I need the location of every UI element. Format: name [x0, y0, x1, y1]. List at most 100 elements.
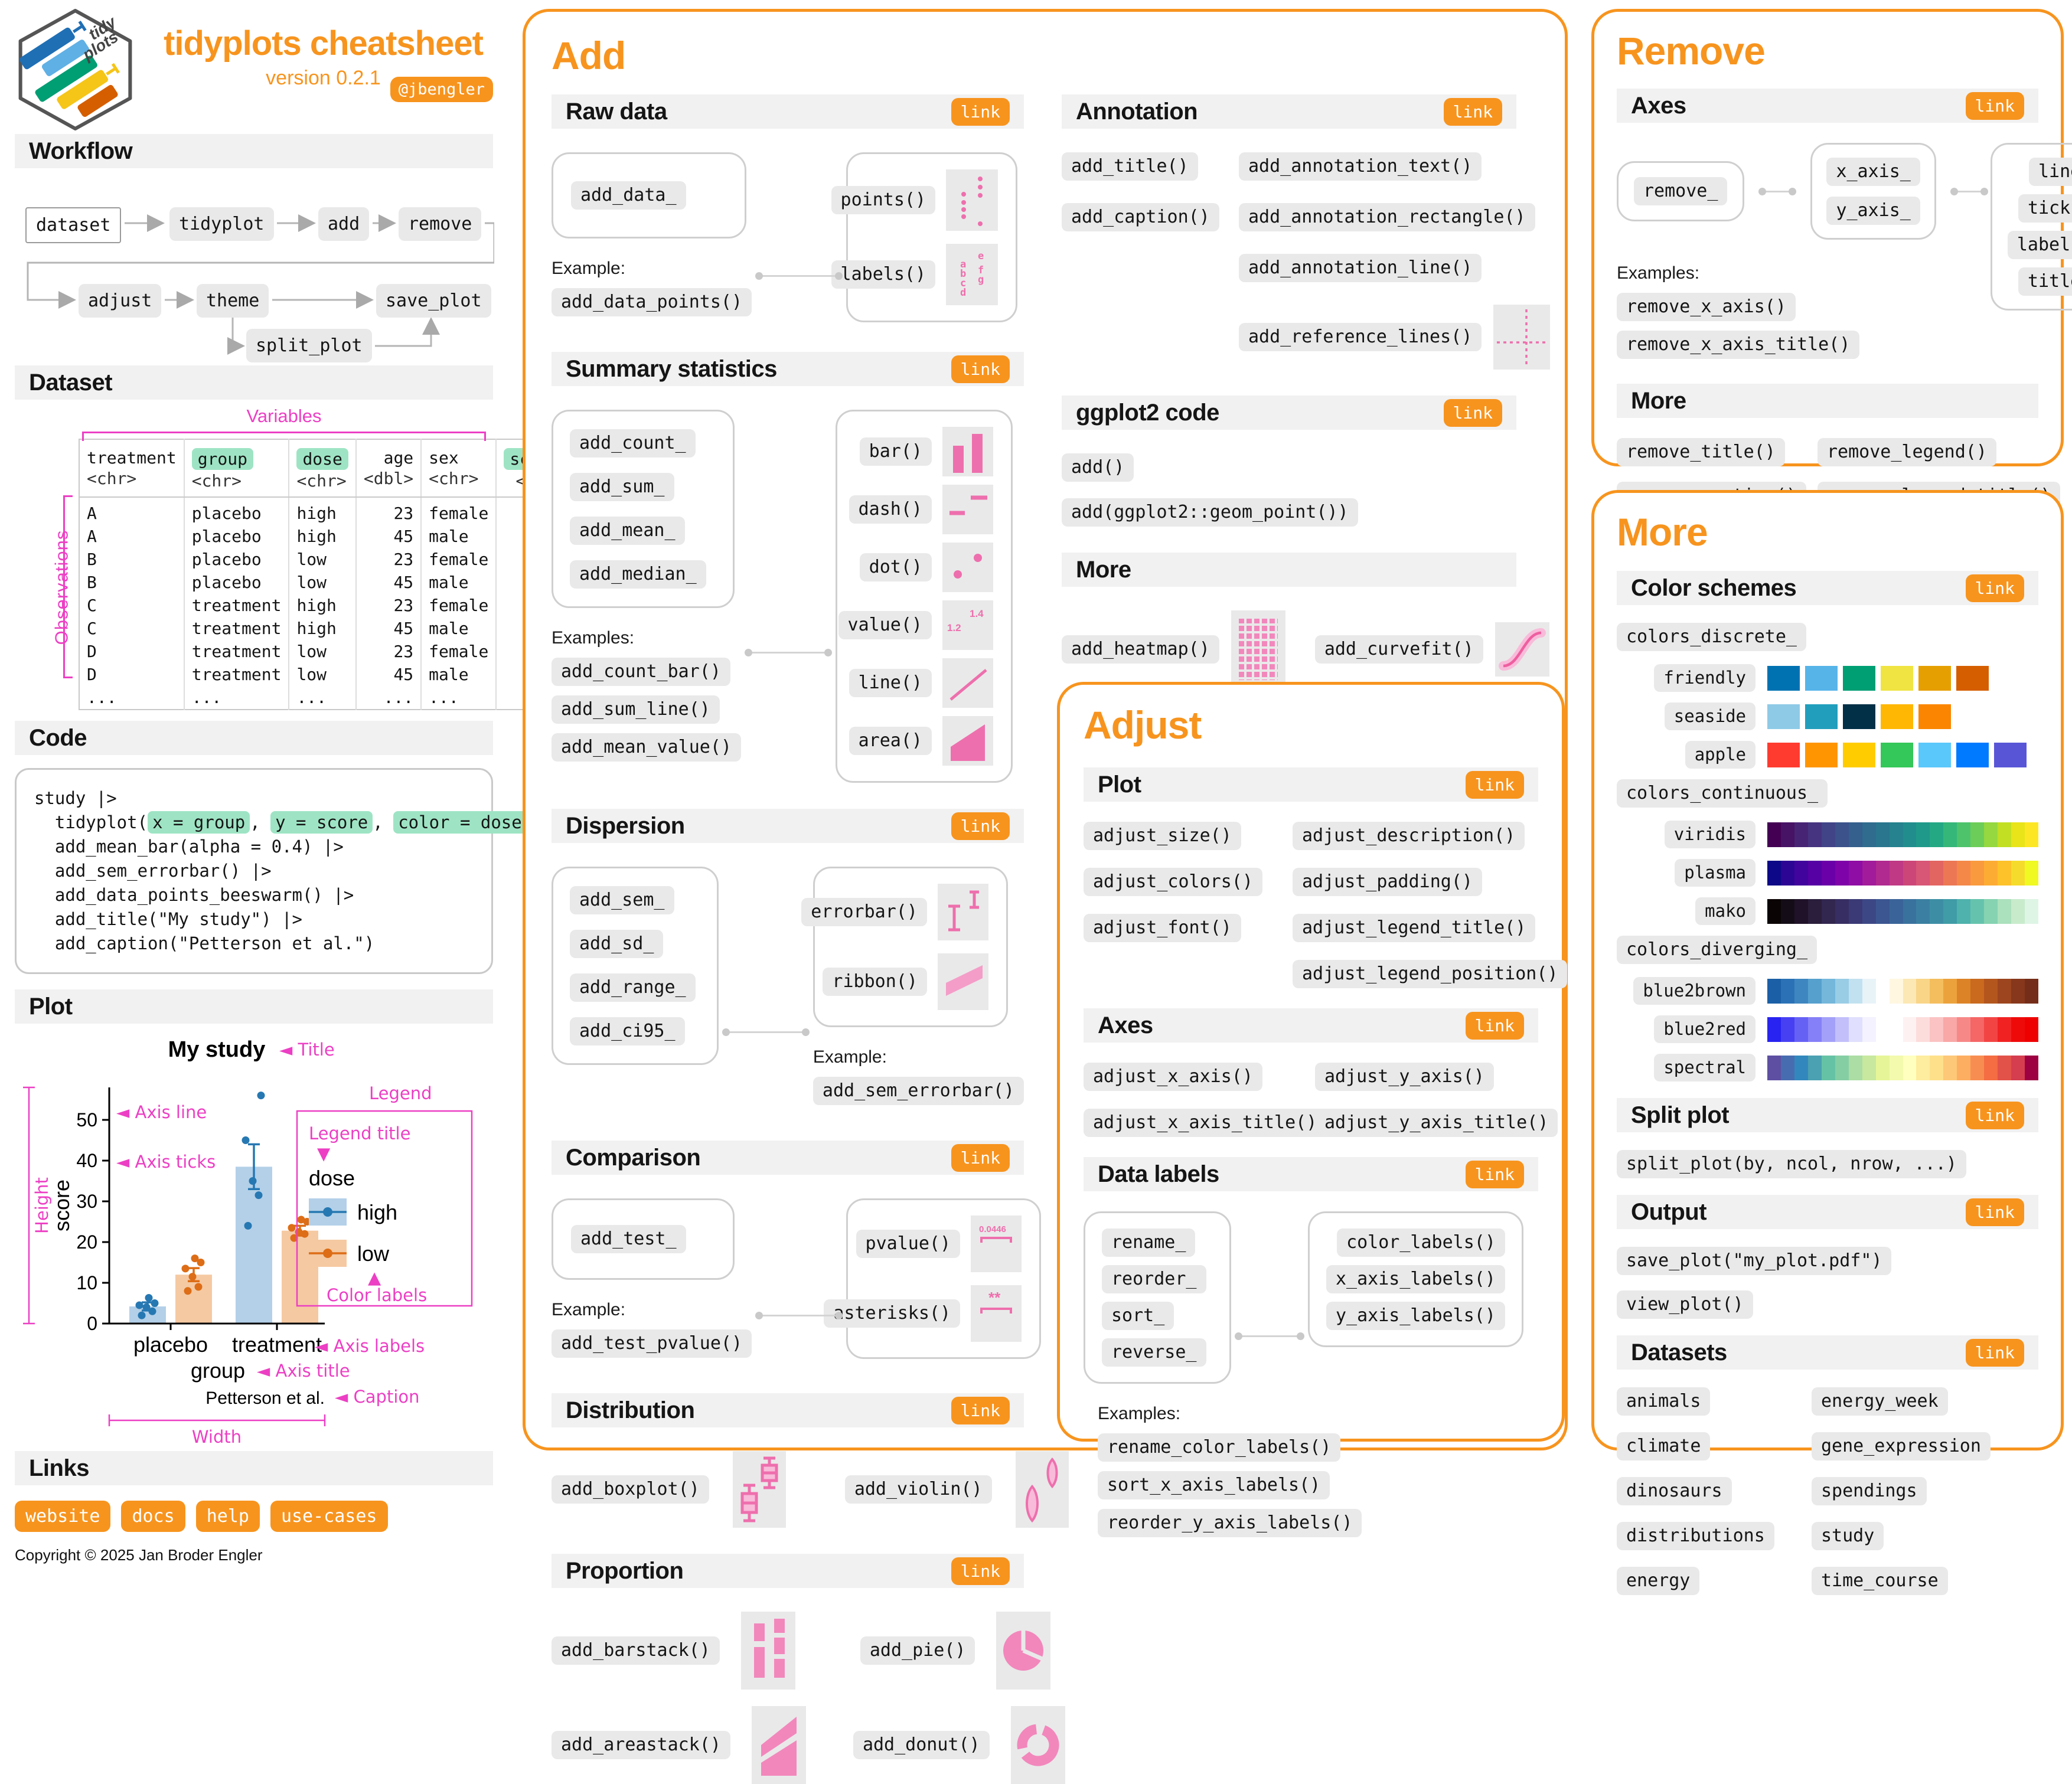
fn-pill: add_annotation_text()	[1239, 152, 1482, 181]
color-swatch	[1767, 822, 1781, 847]
link-badge[interactable]: link	[951, 97, 1010, 126]
docs-link[interactable]: docs	[121, 1501, 185, 1532]
table-row: Dtreatmentlow23female23	[79, 640, 573, 663]
section-header-color-schemes: Color schemes link	[1617, 571, 2038, 605]
heatmap-icon	[1231, 610, 1285, 688]
color-swatch	[1984, 978, 1998, 1004]
svg-text:1.2: 1.2	[947, 622, 961, 633]
fn-pill: y_axis_	[1826, 197, 1920, 225]
x-axis-title: group	[191, 1358, 245, 1383]
color-swatch	[1835, 822, 1849, 847]
color-swatch	[1930, 860, 1944, 886]
link-badge[interactable]: link	[1965, 92, 2024, 120]
link-badge[interactable]: link	[1965, 574, 2024, 602]
data-point	[295, 1228, 303, 1236]
color-swatch	[1794, 860, 1808, 886]
color-swatch	[1881, 704, 1913, 729]
table-cell: placebo	[183, 548, 289, 571]
link-badge[interactable]: link	[951, 812, 1010, 840]
color-swatch	[1930, 898, 1944, 924]
section-title: Dataset	[29, 369, 113, 396]
example-plot: 0 10 20 30 40 50 placebo treatment score ◄ Axis l…	[23, 1037, 473, 1447]
color-swatch	[1903, 822, 1917, 847]
fn-pill: add_violin()	[844, 1475, 992, 1504]
link-badge[interactable]: link	[1465, 1160, 1524, 1188]
table-cell: D	[87, 665, 97, 684]
more-panel: More Color schemes link colors_discrete_…	[1591, 490, 2064, 1595]
code-line: add_sem_errorbar() |>	[34, 861, 272, 881]
table-cell: 23	[355, 640, 422, 663]
color-swatch	[1843, 704, 1875, 729]
section-header-adjust-axes: Axes link	[1084, 1008, 1538, 1043]
table-cell: placebo	[183, 497, 289, 525]
table-cell: 45	[355, 617, 422, 640]
color-scheme-row: apple	[1617, 741, 2038, 769]
link-badge[interactable]: link	[1465, 770, 1524, 799]
labels-icon: abcd efg	[946, 244, 999, 305]
color-swatch	[1848, 978, 1862, 1004]
color-swatch	[2025, 978, 2039, 1004]
fn-pill: x_axis_	[1826, 158, 1920, 186]
fn-pill: add_caption()	[1062, 203, 1219, 231]
color-swatch	[1889, 1055, 1903, 1080]
dataset-pill: dinosaurs	[1617, 1477, 1732, 1505]
link-badge[interactable]: link	[951, 1143, 1010, 1172]
fn-pill: add_test_	[571, 1225, 686, 1253]
copyright: Copyright © 2025 Jan Broder Engler	[15, 1546, 263, 1564]
color-swatch	[2011, 860, 2025, 886]
fn-pill: adjust_font()	[1084, 914, 1241, 942]
section-title: ggplot2 code	[1076, 399, 1219, 426]
use-cases-link[interactable]: use-cases	[270, 1501, 388, 1532]
section-header-annotation: Annotation link	[1062, 94, 1516, 129]
pie-icon	[996, 1612, 1051, 1690]
fn-pill: adjust_padding()	[1293, 868, 1482, 896]
link-badge[interactable]: link	[951, 1557, 1010, 1585]
website-link[interactable]: website	[15, 1501, 111, 1532]
x-axis-label: placebo	[133, 1332, 208, 1357]
data-point	[244, 1221, 252, 1230]
example-pill: remove_x_axis()	[1617, 293, 1796, 321]
color-swatch	[1970, 898, 1985, 924]
link-badge[interactable]: link	[1443, 398, 1502, 427]
help-link[interactable]: help	[195, 1501, 260, 1532]
color-swatch	[1794, 978, 1808, 1004]
fn-pill: title()	[2018, 267, 2072, 296]
color-swatch	[1889, 978, 1903, 1004]
section-header-datasets: Datasets link	[1617, 1335, 2038, 1370]
link-badge[interactable]: link	[1465, 1011, 1524, 1040]
svg-text:**: **	[988, 1289, 1001, 1306]
section-header-summary-statistics: Summary statistics link	[552, 352, 1024, 386]
color-swatch	[2025, 898, 2039, 924]
width-note: Width	[192, 1427, 242, 1447]
fn-pill: add_median_	[570, 560, 706, 589]
link-badge[interactable]: link	[1965, 1338, 2024, 1367]
table-cell: low	[288, 548, 356, 571]
color-swatch	[1843, 665, 1875, 691]
link-badge[interactable]: link	[1443, 97, 1502, 126]
table-cell: A	[87, 527, 97, 546]
variables-label: Variables	[246, 406, 322, 426]
color-swatch	[1918, 665, 1951, 691]
color-swatch	[1943, 822, 1957, 847]
author-handle-badge[interactable]: @jbengler	[390, 77, 493, 102]
column-header: sex <chr>	[420, 439, 497, 498]
color-scheme-row: friendly	[1617, 664, 2038, 692]
color-swatch	[1767, 860, 1781, 886]
link-badge[interactable]: link	[1965, 1101, 2024, 1129]
table-row: Dtreatmentlow45male25	[79, 663, 573, 686]
table-cell: high	[288, 594, 356, 617]
ribbon-icon	[937, 953, 988, 1010]
color-swatch	[1903, 1017, 1917, 1042]
fn-pill: points()	[831, 186, 936, 214]
example-pill: rename_color_labels()	[1098, 1433, 1341, 1462]
svg-text:1.4: 1.4	[970, 608, 984, 619]
link-badge[interactable]: link	[1965, 1198, 2024, 1226]
link-badge[interactable]: link	[951, 1396, 1010, 1424]
color-swatch	[1957, 898, 1971, 924]
link-badge[interactable]: link	[951, 355, 1010, 383]
workflow-node-add: add	[318, 207, 370, 241]
section-header-comparison: Comparison link	[552, 1141, 1024, 1175]
color-swatch	[1957, 1017, 1971, 1042]
example-label: Example:	[552, 259, 626, 278]
data-point	[288, 1224, 296, 1232]
